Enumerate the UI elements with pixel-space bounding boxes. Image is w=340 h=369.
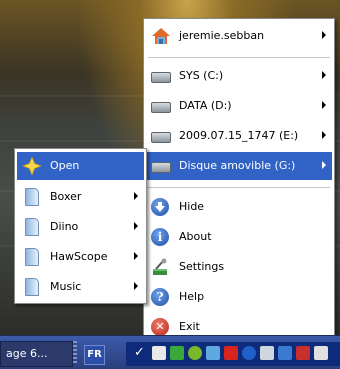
folder-icon <box>25 218 39 236</box>
menu-item-sys-drive[interactable]: SYS (C:) <box>146 62 332 90</box>
submenu-arrow-icon <box>322 131 326 139</box>
submenu-item-diino[interactable]: Diino <box>17 213 144 241</box>
taskbar-grip[interactable] <box>73 341 77 365</box>
system-tray: ✓ <box>126 342 340 366</box>
drive-icon <box>151 102 171 113</box>
submenu-arrow-icon <box>322 71 326 79</box>
submenu-arrow-icon <box>322 31 326 39</box>
settings-icon <box>151 258 171 276</box>
menu-item-label: 2009.07.15_1747 (E:) <box>179 129 299 142</box>
folder-icon <box>25 278 39 296</box>
tray-network-icon[interactable] <box>170 346 184 360</box>
menu-item-settings[interactable]: Settings <box>146 253 332 281</box>
menu-item-label: Music <box>50 280 82 293</box>
menu-item-about[interactable]: i About <box>146 223 332 251</box>
submenu-arrow-icon <box>134 192 138 200</box>
menu-item-label: Boxer <box>50 190 82 203</box>
folder-icon <box>25 188 39 206</box>
folder-icon <box>25 248 39 266</box>
tray-bluetooth-icon[interactable] <box>242 346 256 360</box>
menu-separator <box>148 57 330 58</box>
taskbar: age 6... FR ✓ <box>0 335 340 369</box>
tray-alert-icon[interactable] <box>296 346 310 360</box>
drive-icon <box>151 132 171 143</box>
menu-item-label: Exit <box>179 320 200 333</box>
home-icon <box>151 27 171 45</box>
menu-item-label: jeremie.sebban <box>179 29 265 42</box>
submenu-arrow-icon <box>134 252 138 260</box>
submenu-arrow-icon <box>134 222 138 230</box>
menu-item-label: HawScope <box>50 250 108 263</box>
menu-item-removable-drive[interactable]: Disque amovible (G:) <box>146 152 332 180</box>
tray-ati-icon[interactable] <box>224 346 238 360</box>
menu-item-backup-drive[interactable]: 2009.07.15_1747 (E:) <box>146 122 332 150</box>
menu-item-label: SYS (C:) <box>179 69 224 82</box>
menu-item-label: About <box>179 230 212 243</box>
tray-volume-icon[interactable] <box>260 346 274 360</box>
removable-drive-submenu: Open Boxer Diino HawScope Music <box>14 148 147 304</box>
submenu-item-hawscope[interactable]: HawScope <box>17 243 144 271</box>
submenu-item-open[interactable]: Open <box>17 152 144 180</box>
tray-update-icon[interactable] <box>314 346 328 360</box>
menu-item-label: Hide <box>179 200 205 213</box>
language-indicator[interactable]: FR <box>84 345 105 365</box>
menu-item-label: Settings <box>179 260 225 273</box>
menu-item-hide[interactable]: Hide <box>146 193 332 221</box>
menu-item-label: Disque amovible (G:) <box>179 159 296 172</box>
taskbar-button[interactable]: age 6... <box>0 341 73 367</box>
submenu-arrow-icon <box>322 101 326 109</box>
tray-check-icon[interactable]: ✓ <box>134 346 148 360</box>
menu-separator <box>148 187 330 188</box>
submenu-arrow-icon <box>322 161 326 169</box>
menu-item-home[interactable]: jeremie.sebban <box>146 22 332 50</box>
submenu-item-music[interactable]: Music <box>17 273 144 301</box>
submenu-arrow-icon <box>134 282 138 290</box>
menu-item-help[interactable]: ? Help <box>146 283 332 311</box>
help-icon: ? <box>151 288 169 306</box>
menu-item-label: Diino <box>50 220 79 233</box>
info-icon: i <box>151 228 169 246</box>
menu-item-data-drive[interactable]: DATA (D:) <box>146 92 332 120</box>
submenu-item-boxer[interactable]: Boxer <box>17 183 144 211</box>
menu-item-label: Help <box>179 290 205 303</box>
menu-item-label: DATA (D:) <box>179 99 232 112</box>
hide-icon <box>151 198 169 216</box>
tray-media-icon[interactable] <box>206 346 220 360</box>
menu-item-label: Open <box>50 159 80 172</box>
star-icon <box>21 155 43 177</box>
tray-security-icon[interactable] <box>278 346 292 360</box>
exit-icon: ✕ <box>151 318 169 336</box>
drive-icon <box>151 72 171 83</box>
removable-drive-icon <box>151 162 171 173</box>
tray-app-icon[interactable] <box>152 346 166 360</box>
main-context-menu: jeremie.sebban SYS (C:) DATA (D:) 2009.0… <box>143 18 335 346</box>
tray-spotify-icon[interactable] <box>188 346 202 360</box>
